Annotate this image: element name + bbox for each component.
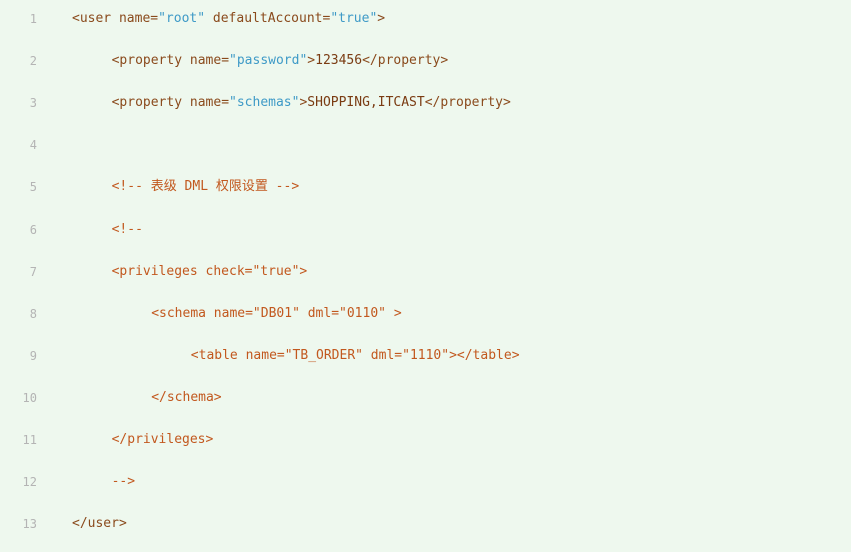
code-token-punc: > (440, 53, 449, 69)
code-text: <property name="password">123456</proper… (112, 51, 449, 71)
code-token-tag: property (440, 95, 503, 111)
code-token-text: SHOPPING,ITCAST (307, 95, 425, 111)
code-text: </user> (72, 514, 127, 534)
line-number: 9 (29, 348, 37, 363)
code-text: <user name="root" defaultAccount="true"> (72, 9, 385, 29)
code-token-val: "root" (158, 11, 206, 26)
code-line: 5 <!-- 表级 DML 权限设置 --> (0, 177, 851, 197)
code-text: <privileges check="true"> (112, 262, 308, 282)
code-token-attr: defaultAccount (205, 11, 323, 26)
code-token-punc: </ (362, 53, 378, 69)
code-token-tag: property (377, 53, 441, 69)
code-token-comment: <privileges check="true"> (111, 263, 308, 279)
code-token-comment: <table name="TB_ORDER" dml="1110"></tabl… (190, 347, 520, 363)
code-token-comment: <!-- 表级 DML 权限设置 --> (111, 179, 300, 195)
code-text: </schema> (151, 388, 221, 408)
code-line: 11 </privileges> (0, 430, 851, 450)
code-token-comment: </privileges> (111, 432, 214, 447)
code-line: 8 <schema name="DB01" dml="0110" > (0, 304, 851, 324)
code-token-punc: = (221, 95, 230, 111)
line-number: 11 (22, 433, 37, 447)
code-line: 4 (0, 135, 851, 155)
code-text: <property name="schemas">SHOPPING,ITCAST… (112, 93, 511, 113)
code-token-comment: <!-- (111, 221, 143, 237)
code-token-attr: name (182, 95, 222, 111)
code-line: 3 <property name="schemas">SHOPPING,ITCAS… (0, 93, 851, 113)
code-token-attr: name (182, 53, 222, 69)
code-line: 9 <table name="TB_ORDER" dml="1110"></tab… (0, 346, 851, 366)
code-text: </privileges> (112, 430, 214, 450)
code-line: 1 <user name="root" defaultAccount="true"… (0, 9, 851, 29)
line-number: 8 (29, 306, 37, 321)
code-token-tag: user (79, 11, 112, 26)
code-token-punc: > (502, 95, 511, 111)
code-text: <table name="TB_ORDER" dml="1110"></tabl… (191, 346, 520, 366)
code-line: 10 </schema> (0, 388, 851, 408)
code-token-punc: > (307, 53, 316, 69)
code-text: <!-- 表级 DML 权限设置 --> (112, 177, 300, 197)
line-number: 2 (29, 54, 37, 69)
line-number: 7 (29, 264, 37, 279)
code-text: <schema name="DB01" dml="0110" > (151, 304, 401, 324)
line-number: 4 (29, 138, 37, 153)
code-line: 6 <!-- (0, 220, 851, 240)
code-line: 2 <property name="password">123456</prope… (0, 51, 851, 71)
line-number: 6 (29, 222, 37, 237)
code-token-punc: > (377, 11, 386, 26)
code-token-punc: </ (72, 516, 88, 532)
code-token-tag: property (119, 95, 183, 111)
code-token-punc: < (72, 11, 80, 26)
code-line: 7 <privileges check="true"> (0, 262, 851, 282)
code-token-attr: name (111, 11, 151, 26)
code-token-tag: user (87, 516, 119, 532)
line-number: 10 (22, 390, 37, 405)
code-token-val: "password" (229, 53, 308, 69)
code-block: 1 <user name="root" defaultAccount="true"… (0, 0, 851, 552)
line-number: 12 (22, 475, 37, 490)
line-number: 5 (29, 180, 37, 195)
code-token-tag: property (119, 53, 183, 69)
code-line: 12 --> (0, 472, 851, 492)
code-token-punc: </ (424, 95, 441, 111)
code-token-punc: = (221, 53, 230, 69)
line-number: 3 (29, 96, 37, 111)
line-number: 13 (22, 517, 37, 532)
code-text: <!-- (112, 220, 143, 240)
code-token-text: 123456 (315, 53, 363, 69)
code-token-punc: > (118, 516, 127, 532)
code-token-punc: = (150, 11, 159, 26)
code-token-val: "schemas" (229, 95, 300, 111)
line-number: 1 (29, 12, 37, 26)
code-token-comment: --> (111, 474, 136, 490)
code-token-val: "true" (330, 11, 378, 26)
code-text: --> (112, 472, 135, 492)
code-line: 13 </user> (0, 514, 851, 534)
code-token-comment: </schema> (151, 389, 222, 405)
code-token-comment: <schema name="DB01" dml="0110" > (151, 305, 402, 321)
